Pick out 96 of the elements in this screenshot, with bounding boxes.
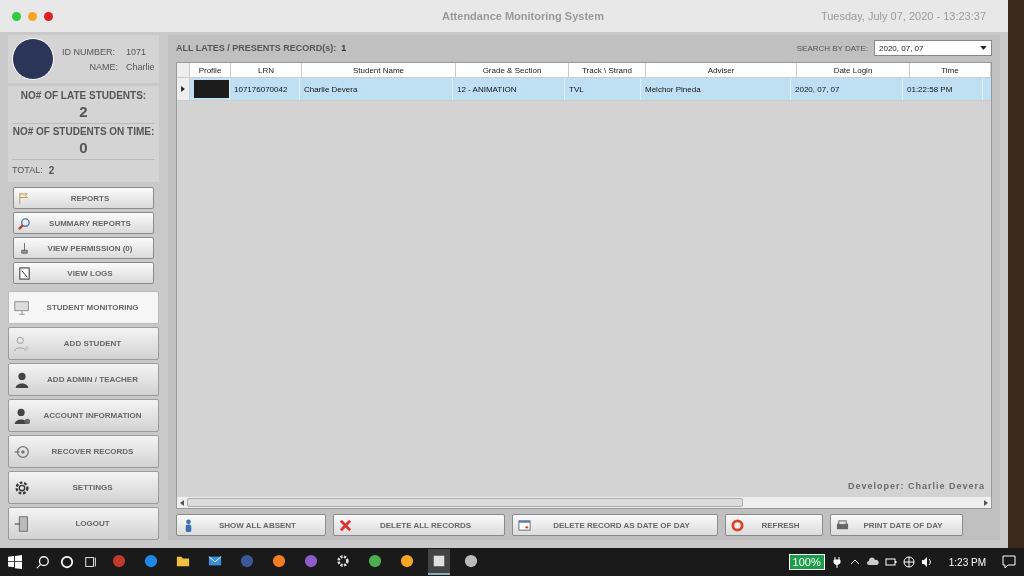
search-icon[interactable] [36, 555, 50, 569]
close-button[interactable] [44, 11, 53, 21]
report-button[interactable]: VIEW PERMISSION (0) [13, 237, 154, 259]
nav-button[interactable]: SETTINGS [8, 471, 159, 504]
globe-icon[interactable] [902, 556, 915, 568]
speaker-icon[interactable] [920, 556, 933, 568]
search-label: SEARCH BY DATE: [796, 43, 868, 53]
nav-button[interactable]: RECOVER RECORDS [8, 435, 159, 468]
cross-icon [339, 518, 352, 532]
user-icon [13, 406, 31, 425]
windows-start-icon[interactable] [8, 555, 22, 569]
table-cell: Melchor Pineda [641, 78, 791, 100]
table-cell: Charlie Devera [300, 78, 453, 100]
app-icon [304, 554, 318, 568]
app-icon [464, 554, 478, 568]
row-pointer-icon [181, 86, 185, 92]
nav-button[interactable]: ACCOUNT INFORMATION [8, 399, 159, 432]
refresh-icon [731, 518, 744, 532]
battery-icon[interactable] [884, 556, 897, 568]
table-row[interactable]: 107176070042 Charlie Devera 12 - ANIMATION TVL Melchor Pineda 2020, 07, 07 01:22:58 PM [177, 78, 991, 101]
notification-icon[interactable] [1002, 555, 1016, 569]
nav-button[interactable]: ADD STUDENT [8, 327, 159, 360]
cortana-circle-icon[interactable] [60, 555, 74, 569]
column-header: Track \ Strand [569, 63, 646, 77]
column-header: Adviser [646, 63, 797, 77]
action-button[interactable]: DELETE ALL RECORDS [333, 514, 505, 536]
table-cell: 2020, 07, 07 [791, 78, 903, 100]
column-header: Grade & Section [456, 63, 569, 77]
scrollbar-thumb[interactable] [187, 498, 743, 507]
report-button[interactable]: REPORTS [13, 187, 154, 209]
window-icon [432, 554, 446, 568]
nav-button[interactable]: STUDENT MONITORING [8, 291, 159, 324]
late-label: NO# OF LATE STUDENTS: [20, 90, 147, 101]
date-dropdown[interactable]: 2020, 07, 07 [874, 40, 992, 56]
id-label: ID NUMBER: [62, 46, 116, 57]
pin-icon [18, 241, 31, 255]
avatar [12, 38, 54, 80]
nav-button[interactable]: LOGOUT [8, 507, 159, 540]
folder-icon [176, 554, 190, 568]
id-value: 1071 [126, 46, 147, 57]
column-header: Time [910, 63, 991, 77]
door-icon [13, 514, 31, 533]
scroll-left-icon[interactable] [180, 499, 184, 506]
app-icon [272, 554, 286, 568]
name-value: Charlie [126, 61, 155, 72]
horizontal-scrollbar[interactable] [177, 497, 991, 508]
user-icon [13, 370, 31, 389]
app-icon [368, 554, 382, 568]
scroll-right-icon[interactable] [984, 499, 988, 506]
total-count: 2 [48, 165, 55, 176]
records-count: 1 [341, 43, 347, 53]
envelope-icon [208, 554, 222, 568]
action-button[interactable]: SHOW ALL ABSENT [176, 514, 326, 536]
report-button[interactable]: SUMMARY REPORTS [13, 212, 154, 234]
date-time: Tuesday, July 07, 2020 - 13:23:37 [820, 10, 987, 22]
caret-icon [980, 46, 987, 50]
developer-credit: Developer: Charlie Devera [847, 481, 985, 491]
total-label: TOTAL: [12, 165, 43, 176]
app-icon [400, 554, 414, 568]
battery-indicator[interactable]: 100% [788, 554, 825, 570]
late-count: 2 [79, 103, 88, 120]
document-icon [18, 266, 31, 280]
photo-placeholder [194, 80, 229, 98]
column-header: Student Name [302, 63, 456, 77]
table-cell: 12 - ANIMATION [453, 78, 565, 100]
action-button[interactable]: REFRESH [725, 514, 823, 536]
records-title: ALL LATES / PRESENTS RECORD(s): [176, 43, 337, 53]
app-icon [240, 554, 254, 568]
cloud-icon[interactable] [866, 556, 879, 568]
gear-icon [336, 554, 350, 568]
report-button[interactable]: VIEW LOGS [13, 262, 154, 284]
column-header: Profile [190, 63, 231, 77]
action-button[interactable]: PRINT DATE OF DAY [830, 514, 963, 536]
magnifier-icon [18, 216, 31, 230]
monitor-icon [13, 298, 31, 317]
app-icon [144, 554, 158, 568]
on-time-count: 0 [79, 139, 88, 156]
table-cell: TVL [565, 78, 641, 100]
on-time-label: NO# OF STUDENTS ON TIME: [12, 126, 155, 137]
nav-button[interactable]: ADD ADMIN / TEACHER [8, 363, 159, 396]
app-icon [112, 554, 126, 568]
window-title: Attendance Monitoring System [441, 10, 605, 22]
column-header: Date Login [797, 63, 910, 77]
taskbar-app[interactable] [428, 549, 450, 575]
flag-icon [18, 191, 31, 205]
printer-icon [836, 518, 849, 532]
action-button[interactable]: DELETE RECORD AS DATE OF DAY [512, 514, 718, 536]
name-label: NAME: [88, 61, 118, 72]
user-outline-icon [13, 334, 31, 353]
plug-icon[interactable] [830, 556, 843, 568]
clock[interactable]: 1:23 PM [948, 556, 986, 568]
calendar-icon [518, 518, 531, 532]
table-cell: 01:22:58 PM [903, 78, 983, 100]
column-header: LRN [231, 63, 302, 77]
task-view-icon[interactable] [84, 555, 98, 569]
table-cell: 107176070042 [230, 78, 300, 100]
